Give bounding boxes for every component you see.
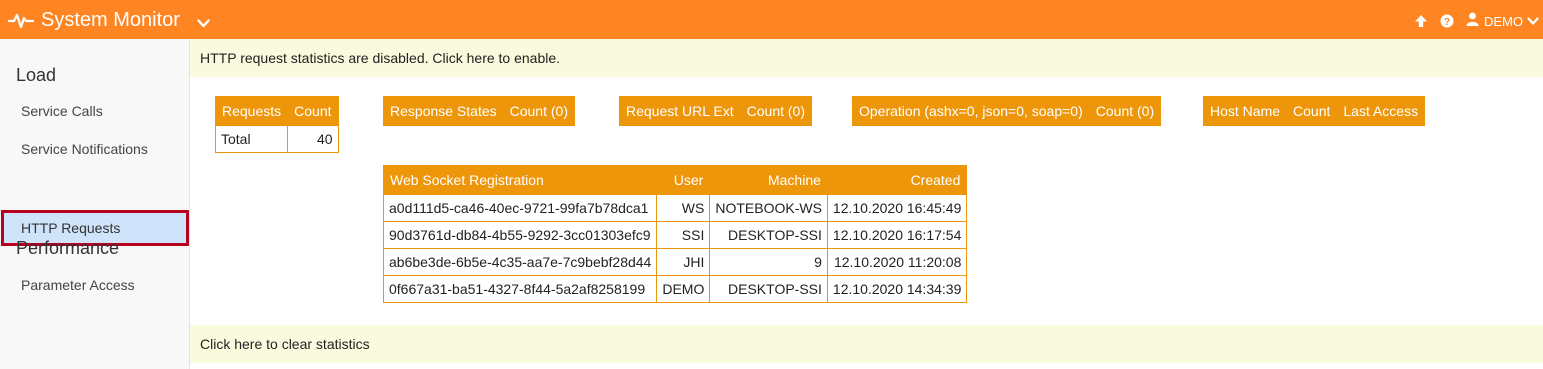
section-title-performance: Performance: [16, 238, 120, 258]
arrow-up-icon[interactable]: [1414, 14, 1428, 28]
app-title[interactable]: System Monitor: [41, 8, 180, 32]
table-cell: 12.10.2020 16:45:49: [826, 194, 968, 222]
response-states-table: Response States Count (0): [383, 96, 575, 126]
table-row: 0f667a31-ba51-4327-8f44-5a2af8258199 DEM…: [382, 275, 968, 303]
sidebar-item-service-calls[interactable]: Service Calls: [21, 103, 103, 119]
table-header: Host Name: [1202, 96, 1288, 126]
table-cell: 12.10.2020 14:34:39: [826, 275, 968, 303]
user-menu[interactable]: DEMO: [1466, 12, 1539, 31]
table-header: Machine: [709, 165, 828, 195]
section-title-load: Load: [16, 65, 57, 85]
table-cell: ab6be3de-6b5e-4c35-aa7e-7c9bebf28d44: [382, 248, 658, 276]
requests-table: Requests Count Total 40: [214, 96, 339, 153]
table-cell: 0f667a31-ba51-4327-8f44-5a2af8258199: [382, 275, 658, 303]
table-header: Request URL Ext: [619, 96, 741, 126]
table-header: Count (0): [502, 96, 575, 126]
chevron-down-icon[interactable]: [197, 15, 210, 33]
sidebar-item-parameter-access[interactable]: Parameter Access: [21, 277, 135, 293]
table-header: Requests: [214, 96, 289, 126]
table-header: Count: [287, 96, 339, 126]
clear-stats-banner[interactable]: Click here to clear statistics: [190, 325, 1543, 363]
table-cell: NOTEBOOK-WS: [709, 194, 828, 222]
help-icon[interactable]: ?: [1440, 14, 1454, 28]
table-row: 90d3761d-db84-4b55-9292-3cc01303efc9 SSI…: [382, 221, 968, 249]
table-cell: DESKTOP-SSI: [709, 275, 828, 303]
table-row: Total 40: [214, 125, 339, 153]
sidebar-item-service-notifications[interactable]: Service Notifications: [21, 141, 148, 157]
table-cell: a0d111d5-ca46-40ec-9721-99fa7b78dca1: [382, 194, 658, 222]
table-header: User: [656, 165, 711, 195]
table-header: Created: [826, 165, 968, 195]
sidebar: Load Service Calls Service Notifications…: [0, 39, 190, 369]
websocket-registration-table: Web Socket Registration User Machine Cre…: [382, 165, 968, 303]
request-url-ext-table: Request URL Ext Count (0): [619, 96, 813, 126]
table-cell: JHI: [656, 248, 711, 276]
table-cell: 9: [709, 248, 828, 276]
table-header: Count: [1286, 96, 1338, 126]
user-name: DEMO: [1484, 13, 1523, 29]
table-header: Last Access: [1336, 96, 1426, 126]
operation-table: Operation (ashx=0, json=0, soap=0) Count…: [852, 96, 1162, 126]
table-cell: WS: [656, 194, 711, 222]
table-header: Response States: [383, 96, 504, 126]
table-header: Count (0): [739, 96, 813, 126]
user-icon: [1466, 12, 1479, 31]
chevron-down-icon: [1527, 12, 1539, 30]
svg-text:?: ?: [1444, 17, 1450, 28]
table-header: Operation (ashx=0, json=0, soap=0): [852, 96, 1090, 126]
table-header: Count (0): [1088, 96, 1162, 126]
table-row: ab6be3de-6b5e-4c35-aa7e-7c9bebf28d44 JHI…: [382, 248, 968, 276]
table-cell: 12.10.2020 16:17:54: [826, 221, 968, 249]
enable-stats-banner[interactable]: HTTP request statistics are disabled. Cl…: [190, 39, 1543, 77]
top-right-controls: ? DEMO: [1402, 12, 1539, 30]
top-bar: System Monitor ? DEMO: [0, 0, 1543, 39]
table-cell: 40: [287, 125, 339, 153]
table-header: Web Socket Registration: [382, 165, 658, 195]
table-cell: DEMO: [656, 275, 711, 303]
heartbeat-icon: [7, 11, 35, 34]
table-cell: 90d3761d-db84-4b55-9292-3cc01303efc9: [382, 221, 658, 249]
table-cell: 12.10.2020 11:20:08: [826, 248, 968, 276]
host-name-table: Host Name Count Last Access: [1202, 96, 1426, 126]
table-cell: Total: [214, 125, 289, 153]
table-cell: DESKTOP-SSI: [709, 221, 828, 249]
table-cell: SSI: [656, 221, 711, 249]
table-row: a0d111d5-ca46-40ec-9721-99fa7b78dca1 WS …: [382, 194, 968, 222]
